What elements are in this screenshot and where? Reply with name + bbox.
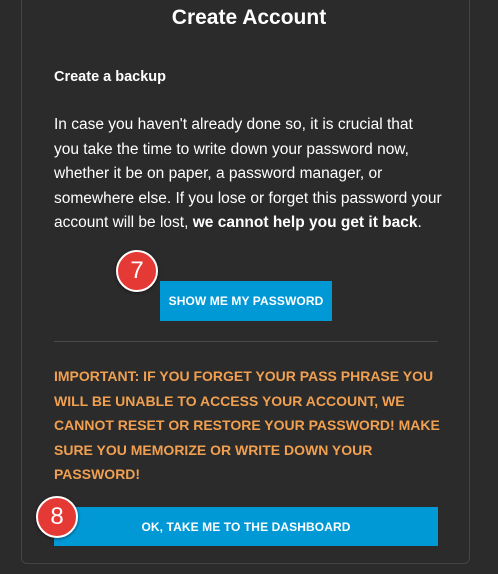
backup-heading: Create a backup (54, 69, 167, 85)
backup-instructions: In case you haven't already done so, it … (54, 113, 442, 236)
backup-instructions-emphasis: we cannot help you get it back (192, 214, 418, 231)
show-password-button[interactable]: SHOW ME MY PASSWORD (160, 281, 332, 321)
password-warning: IMPORTANT: IF YOU FORGET YOUR PASS PHRAS… (54, 368, 440, 482)
go-to-dashboard-button[interactable]: OK, TAKE ME TO THE DASHBOARD (54, 507, 438, 546)
page-title: Create Account (171, 6, 327, 29)
backup-instructions-end: . (417, 214, 422, 231)
divider (54, 341, 438, 342)
step-8-badge: 8 (36, 496, 78, 538)
step-7-badge: 7 (116, 250, 158, 292)
